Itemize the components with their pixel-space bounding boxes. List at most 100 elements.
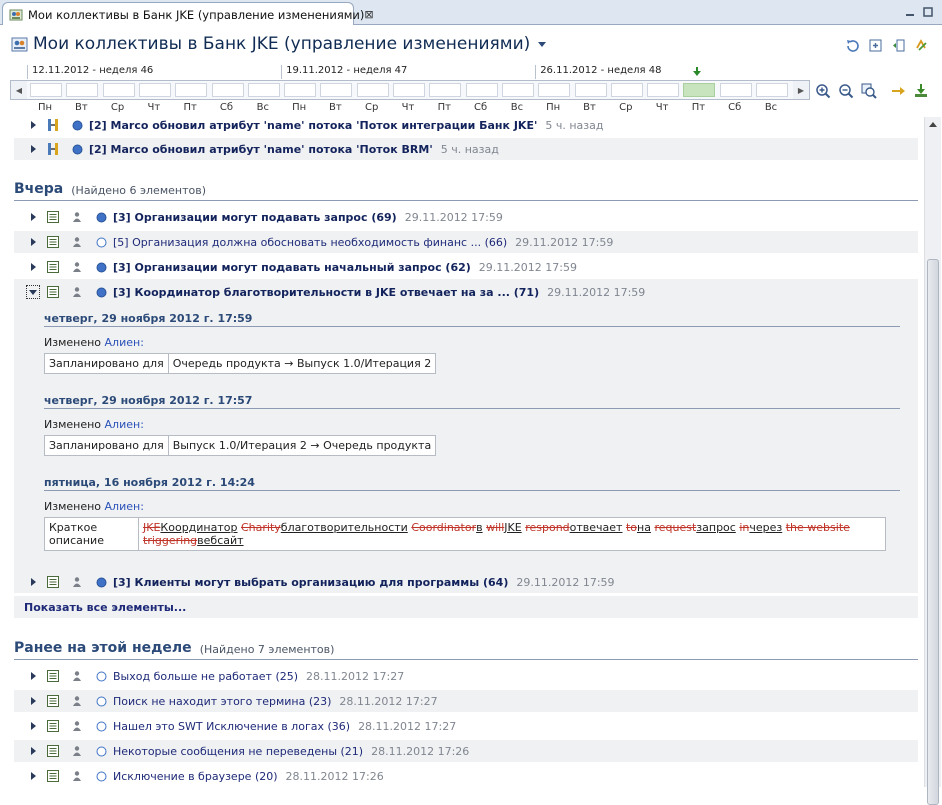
expand-icon[interactable] [26, 744, 40, 758]
maximize-icon[interactable] [920, 4, 936, 20]
item-title[interactable]: [3] Организации могут подавать запрос (6… [113, 211, 397, 224]
view-header: Мои коллективы в Банк JKE (управление из… [0, 25, 942, 63]
list-item[interactable]: [3] Организации могут подавать начальный… [14, 256, 918, 278]
timeline-cell[interactable] [102, 83, 135, 97]
expand-icon[interactable] [26, 118, 40, 132]
change-field: Краткое описание [44, 517, 139, 551]
timeline-cell[interactable] [610, 83, 643, 97]
scroll-up-icon[interactable] [925, 117, 941, 133]
list-item[interactable]: [2] Marco обновил атрибут 'name' потока … [14, 117, 918, 136]
chevron-down-icon[interactable] [537, 39, 547, 49]
timeline-cell-today[interactable] [683, 83, 716, 97]
expand-icon[interactable] [26, 260, 40, 274]
item-title[interactable]: [3] Клиенты могут выбрать организацию дл… [113, 576, 508, 589]
timeline-cell[interactable] [320, 83, 353, 97]
list-item[interactable]: [3] Клиенты могут выбрать организацию дл… [14, 571, 918, 593]
item-title[interactable]: [5] Организация должна обосновать необхо… [113, 236, 507, 249]
expand-icon[interactable] [26, 694, 40, 708]
refresh-icon[interactable] [844, 37, 861, 54]
expand-icon[interactable] [26, 669, 40, 683]
day-label: Вс [256, 102, 269, 113]
timeline-cell[interactable] [465, 83, 498, 97]
timeline-cell[interactable] [574, 83, 607, 97]
list-item[interactable]: [2] Marco обновил атрибут 'name' потока … [14, 138, 918, 160]
day-label: Вс [764, 102, 778, 113]
timeline-cell[interactable] [538, 83, 571, 97]
timeline-cell[interactable] [647, 83, 680, 97]
go-to-today-icon[interactable] [889, 82, 907, 100]
timeline-cell[interactable] [393, 83, 425, 97]
list-item[interactable]: Исключение в браузере (20) 28.11.2012 17:… [14, 765, 918, 787]
expand-icon[interactable] [26, 575, 40, 589]
expand-icon[interactable] [26, 769, 40, 783]
item-title[interactable]: Нашел это SWT Исключение в логах (36) [113, 720, 350, 733]
author-link[interactable]: Алиен: [105, 500, 144, 513]
change-date: пятница, 16 ноября 2012 г. 14:24 [44, 473, 900, 491]
list-item-expanded[interactable]: [3] Координатор благотворительности в JK… [14, 281, 918, 303]
timeline-cell[interactable] [30, 83, 62, 97]
list-item[interactable]: Некоторые сообщения не переведены (21) 28… [14, 740, 918, 762]
show-all-link[interactable]: Показать все элементы... [14, 596, 918, 618]
timeline-cell[interactable] [247, 83, 280, 97]
zoom-fit-icon[interactable] [860, 82, 878, 100]
scrollbar-thumb[interactable] [927, 259, 939, 805]
list-item[interactable]: [3] Организации могут подавать запрос (6… [14, 206, 918, 228]
item-title[interactable]: [3] Организации могут подавать начальный… [113, 261, 471, 274]
expand-icon[interactable] [26, 235, 40, 249]
scroll-right-icon[interactable]: ▶ [793, 81, 809, 99]
scroll-left-icon[interactable]: ◀ [11, 81, 27, 99]
deleted-text: to [625, 521, 638, 534]
timeline-cell[interactable] [211, 83, 244, 97]
deleted-text: Coordinator [411, 521, 477, 534]
section-header-yesterday: Вчера (Найдено 6 элементов) [14, 179, 918, 201]
editor-tab[interactable]: Мои коллективы в Банк JKE (управление из… [2, 2, 374, 26]
expand-icon[interactable] [26, 210, 40, 224]
list-item[interactable]: Выход больше не работает (25) 28.11.2012 … [14, 665, 918, 687]
close-icon[interactable]: ⊠ [364, 8, 373, 21]
timeline-weeks: 12.11.2012 - неделя 46 19.11.2012 - недел… [10, 63, 810, 80]
expand-all-icon[interactable] [867, 37, 884, 54]
timeline-cell[interactable] [356, 83, 389, 97]
item-title[interactable]: [2] Marco обновил атрибут 'name' потока … [89, 119, 537, 132]
zoom-in-icon[interactable] [814, 82, 832, 100]
item-title[interactable]: [2] Marco обновил атрибут 'name' потока … [89, 143, 433, 156]
timeline-track[interactable]: ◀ ▶ [10, 80, 810, 100]
expand-icon[interactable] [26, 719, 40, 733]
status-open-icon [95, 745, 107, 757]
item-title[interactable]: Исключение в браузере (20) [113, 770, 278, 783]
sync-icon[interactable] [913, 37, 930, 54]
author-link[interactable]: Алиен: [105, 418, 144, 431]
timeline-cell[interactable] [66, 83, 99, 97]
timeline-cell[interactable] [501, 83, 534, 97]
item-time: 29.11.2012 17:59 [404, 210, 503, 224]
list-item[interactable]: Нашел это SWT Исключение в логах (36) 28.… [14, 715, 918, 737]
timeline-cell[interactable] [138, 83, 171, 97]
item-title[interactable]: Выход больше не работает (25) [113, 670, 298, 683]
zoom-out-icon[interactable] [837, 82, 855, 100]
day-label: Вс [510, 102, 524, 113]
list-item[interactable]: Поиск не находит этого термина (23) 28.11… [14, 690, 918, 712]
download-icon[interactable] [912, 82, 930, 100]
timeline-cell[interactable] [175, 83, 208, 97]
section-header-this-week: Ранее на этой неделе (Найдено 7 элементо… [14, 638, 918, 660]
item-title[interactable]: [3] Координатор благотворительности в JK… [113, 286, 539, 299]
author-link[interactable]: Алиен: [105, 336, 144, 349]
timeline-cell[interactable] [429, 83, 462, 97]
vertical-scrollbar[interactable] [924, 117, 941, 805]
timeline-cell[interactable] [284, 83, 317, 97]
timeline-cell[interactable] [756, 83, 788, 97]
expand-icon[interactable] [26, 142, 40, 156]
collapse-panel-icon[interactable] [890, 37, 907, 54]
inserted-text: запрос [696, 521, 736, 534]
timeline-cell[interactable] [719, 83, 752, 97]
list-item[interactable]: [5] Организация должна обосновать необхо… [14, 231, 918, 253]
change-table: Запланировано для Очередь продукта → Вып… [44, 353, 437, 374]
collapse-icon[interactable] [26, 285, 40, 299]
item-title[interactable]: Поиск не находит этого термина (23) [113, 695, 331, 708]
day-label: Пт [183, 102, 197, 113]
minimize-icon[interactable] [902, 4, 918, 20]
day-label: Чт [401, 102, 415, 113]
item-title[interactable]: Некоторые сообщения не переведены (21) [113, 745, 363, 758]
work-item-icon [45, 234, 61, 250]
work-item-icon [45, 718, 61, 734]
